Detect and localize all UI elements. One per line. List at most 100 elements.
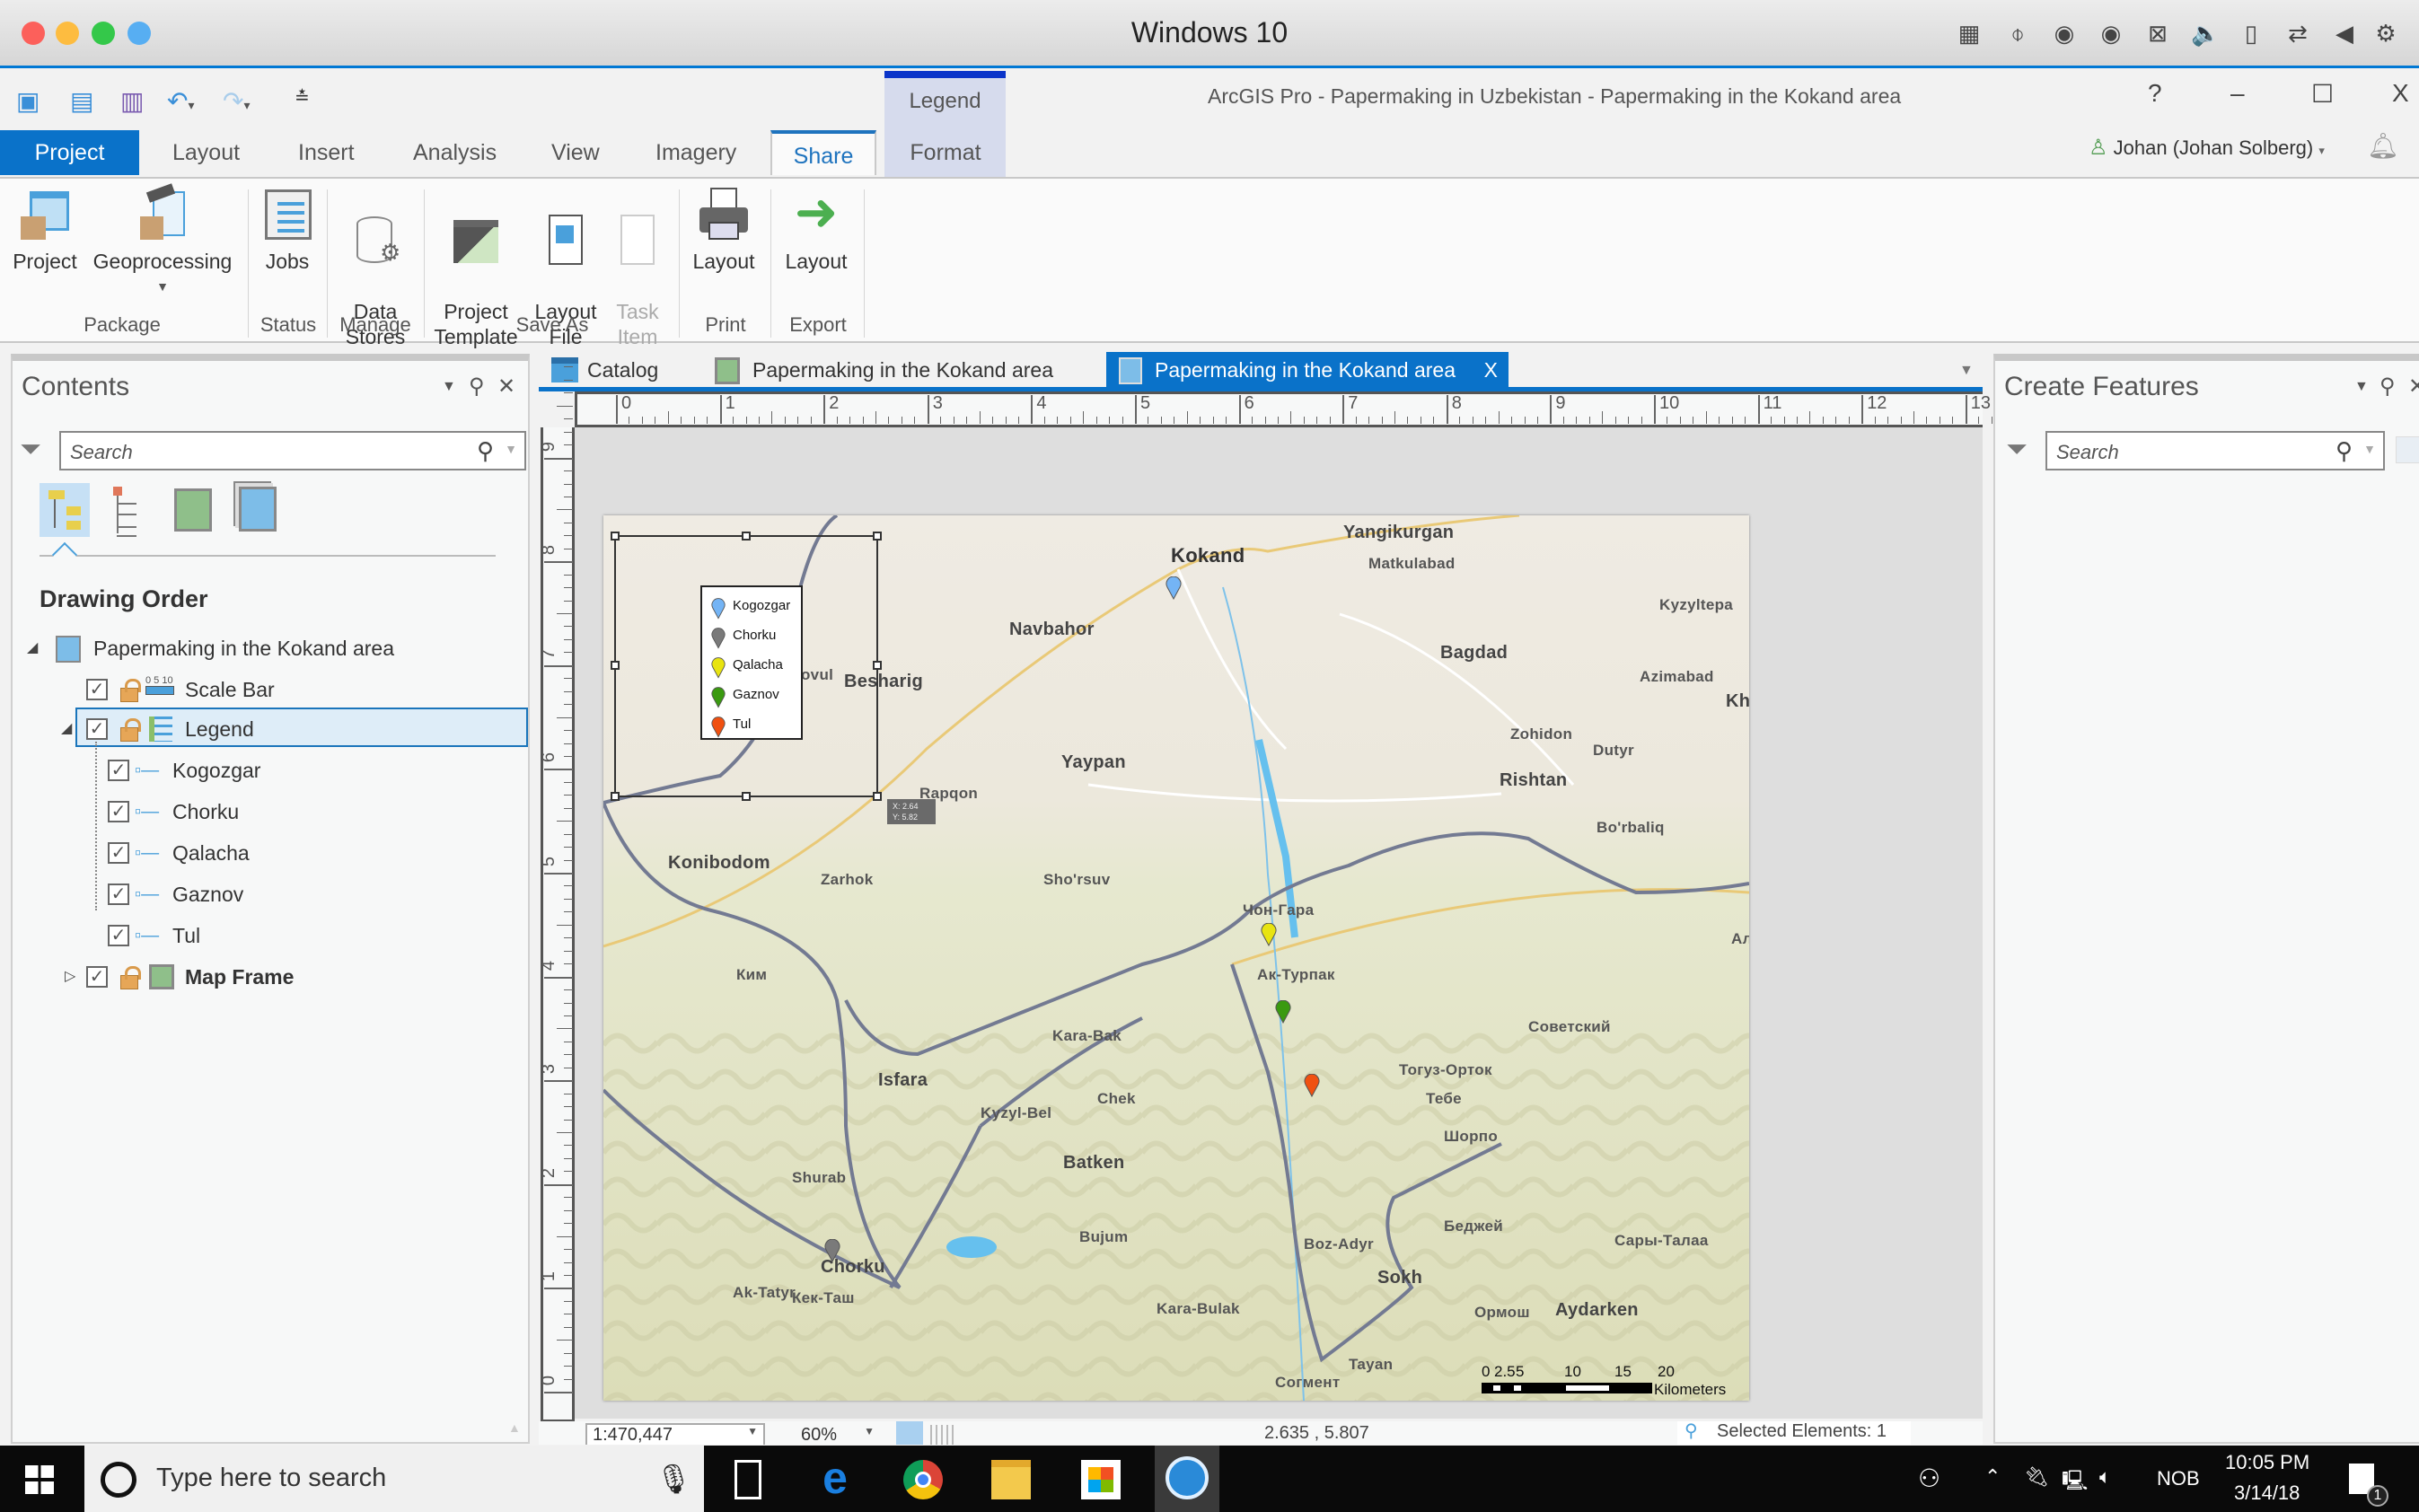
- resize-handle[interactable]: [873, 532, 882, 541]
- microphone-icon[interactable]: 🎙︎: [655, 1462, 692, 1496]
- search-icon[interactable]: ⚲: [2335, 437, 2353, 465]
- network-disabled-icon[interactable]: ⊠: [2144, 20, 2171, 47]
- map-pin-gaznov[interactable]: [1275, 999, 1291, 1024]
- lock-icon[interactable]: [117, 679, 141, 702]
- visibility-checkbox[interactable]: ✓: [108, 842, 129, 864]
- task-item-button[interactable]: Task Item: [602, 188, 673, 374]
- power-icon[interactable]: 🔌︎: [2024, 1465, 2049, 1489]
- tree-item-legend-row[interactable]: ◢ ✓ Legend: [22, 711, 524, 747]
- pin-icon[interactable]: ⚲: [469, 374, 485, 400]
- hdd-icon[interactable]: ▯: [2238, 20, 2265, 47]
- tree-root[interactable]: ◢ Papermaking in the Kokand area: [22, 630, 524, 666]
- people-icon[interactable]: ⚇: [1918, 1464, 1940, 1493]
- visibility-checkbox[interactable]: ✓: [108, 801, 129, 822]
- grid-toggle-icon[interactable]: [930, 1425, 954, 1445]
- windows-start-icon[interactable]: [25, 1465, 54, 1494]
- resize-handle[interactable]: [742, 532, 751, 541]
- arcgis-pro-taskbar-button[interactable]: [1155, 1446, 1219, 1512]
- tree-item-gaznov[interactable]: ✓ ▫— Gaznov: [22, 876, 524, 912]
- tab-view[interactable]: View: [533, 130, 618, 175]
- filter-icon[interactable]: ⏷: [20, 435, 41, 465]
- tab-analysis[interactable]: Analysis: [395, 130, 515, 175]
- filter-icon[interactable]: ⏷: [2006, 435, 2028, 465]
- redo-icon[interactable]: ↷▾: [223, 86, 251, 116]
- chrome-icon[interactable]: [903, 1460, 943, 1499]
- tree-item-tul[interactable]: ✓ ▫— Tul: [22, 918, 524, 954]
- clock-time[interactable]: 10:05 PM: [2225, 1451, 2309, 1474]
- settings-gear-icon[interactable]: ⚙: [2372, 20, 2399, 47]
- resize-handle[interactable]: [611, 661, 620, 670]
- visibility-checkbox[interactable]: ✓: [86, 679, 108, 700]
- store-icon[interactable]: [1081, 1460, 1121, 1499]
- clock-date[interactable]: 3/14/18: [2234, 1481, 2300, 1505]
- layout-page[interactable]: Kokand Yangikurgan Matkulabad Kyzyltepa Navb…: [603, 515, 1749, 1401]
- tab-project[interactable]: Project: [0, 130, 139, 175]
- zoom-combobox[interactable]: 60% ▼: [792, 1425, 882, 1445]
- visibility-checkbox[interactable]: ✓: [108, 883, 129, 905]
- file-explorer-icon[interactable]: [991, 1460, 1031, 1499]
- lock-icon[interactable]: [117, 966, 141, 989]
- scale-bar[interactable]: 0 2.5 5 10 15 20 Kilometers: [1474, 1363, 1749, 1399]
- save-project-icon[interactable]: ▥: [120, 86, 144, 116]
- list-by-selection-button[interactable]: [174, 488, 212, 532]
- jobs-button[interactable]: Jobs: [255, 188, 320, 274]
- tree-item-chorku[interactable]: ✓ ▫— Chorku: [22, 794, 524, 830]
- tab-share[interactable]: Share: [770, 130, 876, 175]
- task-view-icon[interactable]: [734, 1460, 761, 1499]
- tree-item-qalacha[interactable]: ✓ ▫— Qalacha: [22, 835, 524, 871]
- resize-handle[interactable]: [742, 792, 751, 801]
- manage-templates-icon[interactable]: [2396, 436, 2419, 463]
- visibility-checkbox[interactable]: ✓: [86, 718, 108, 740]
- new-project-icon[interactable]: ▣: [16, 86, 40, 116]
- doc-tab-catalog[interactable]: Catalog: [548, 352, 658, 388]
- doc-tab-map[interactable]: Papermaking in the Kokand area: [715, 352, 1053, 388]
- resize-handle[interactable]: [611, 792, 620, 801]
- resize-handle[interactable]: [873, 792, 882, 801]
- tab-insert[interactable]: Insert: [280, 130, 373, 175]
- show-hidden-icons[interactable]: ⌃: [1984, 1465, 2001, 1489]
- collapse-icon[interactable]: ◢: [61, 711, 72, 747]
- undo-icon[interactable]: ↶▾: [167, 86, 195, 116]
- minimize-button[interactable]: –: [2230, 79, 2245, 108]
- panel-menu-icon[interactable]: ▼: [442, 379, 456, 395]
- user-menu[interactable]: ♙ Johan (Johan Solberg) ▾: [2089, 135, 2325, 161]
- chevron-down-icon[interactable]: ▼: [505, 442, 517, 456]
- cd-icon[interactable]: ◉: [2051, 20, 2078, 47]
- tree-item-kogozgar[interactable]: ✓ ▫— Kogozgar: [22, 752, 524, 788]
- arrow-left-icon[interactable]: ◀: [2331, 20, 2358, 47]
- panel-menu-icon[interactable]: ▼: [2354, 379, 2369, 395]
- visibility-checkbox[interactable]: ✓: [108, 925, 129, 946]
- shared-folder-icon[interactable]: ⇄: [2284, 20, 2311, 47]
- legend-element[interactable]: Kogozgar Chorku Qalacha Gaznov Tul: [700, 585, 803, 740]
- maximize-button[interactable]: ☐: [2311, 79, 2334, 109]
- visibility-checkbox[interactable]: ✓: [108, 760, 129, 781]
- project-package-button[interactable]: Project: [7, 188, 83, 274]
- help-button[interactable]: ?: [2148, 79, 2162, 108]
- layout-file-button[interactable]: Layout File: [526, 188, 605, 374]
- project-template-button[interactable]: Project Template: [429, 188, 523, 374]
- list-by-drawing-order-button[interactable]: [40, 483, 90, 537]
- close-panel-icon[interactable]: ✕: [497, 374, 515, 400]
- data-stores-button[interactable]: ⚙ Data Stores: [332, 188, 418, 374]
- guides-toggle-icon[interactable]: [896, 1421, 923, 1445]
- close-panel-icon[interactable]: ✕: [2408, 374, 2419, 400]
- selected-elements-status[interactable]: ⚲ Selected Elements: 1: [1677, 1421, 1911, 1445]
- sound-icon[interactable]: 🔈: [2191, 20, 2220, 47]
- close-button[interactable]: X: [2392, 79, 2409, 108]
- chevron-down-icon[interactable]: ▼: [2363, 442, 2376, 456]
- open-project-icon[interactable]: ▤: [70, 86, 93, 116]
- taskbar-search-box[interactable]: Type here to search 🎙︎: [84, 1446, 704, 1512]
- volume-icon[interactable]: 🔈︎: [2099, 1465, 2111, 1489]
- contents-search-input[interactable]: Search ⚲ ▼: [59, 431, 526, 470]
- resize-handle[interactable]: [611, 532, 620, 541]
- tab-list-dropdown-icon[interactable]: ▼: [1959, 363, 1974, 379]
- scroll-up-icon[interactable]: ▲: [508, 1420, 521, 1435]
- visibility-checkbox[interactable]: ✓: [86, 966, 108, 988]
- customize-qat-icon[interactable]: ≛: [295, 86, 310, 109]
- edge-icon[interactable]: e: [815, 1455, 855, 1500]
- tree-item-scale-bar[interactable]: ✓ 0 5 10 Scale Bar: [22, 672, 524, 708]
- input-language[interactable]: NOB: [2157, 1467, 2200, 1490]
- create-features-search-input[interactable]: Search ⚲ ▼: [2045, 431, 2385, 470]
- network-icon[interactable]: 🖳︎: [2062, 1465, 2088, 1499]
- list-by-source-button[interactable]: [111, 487, 147, 535]
